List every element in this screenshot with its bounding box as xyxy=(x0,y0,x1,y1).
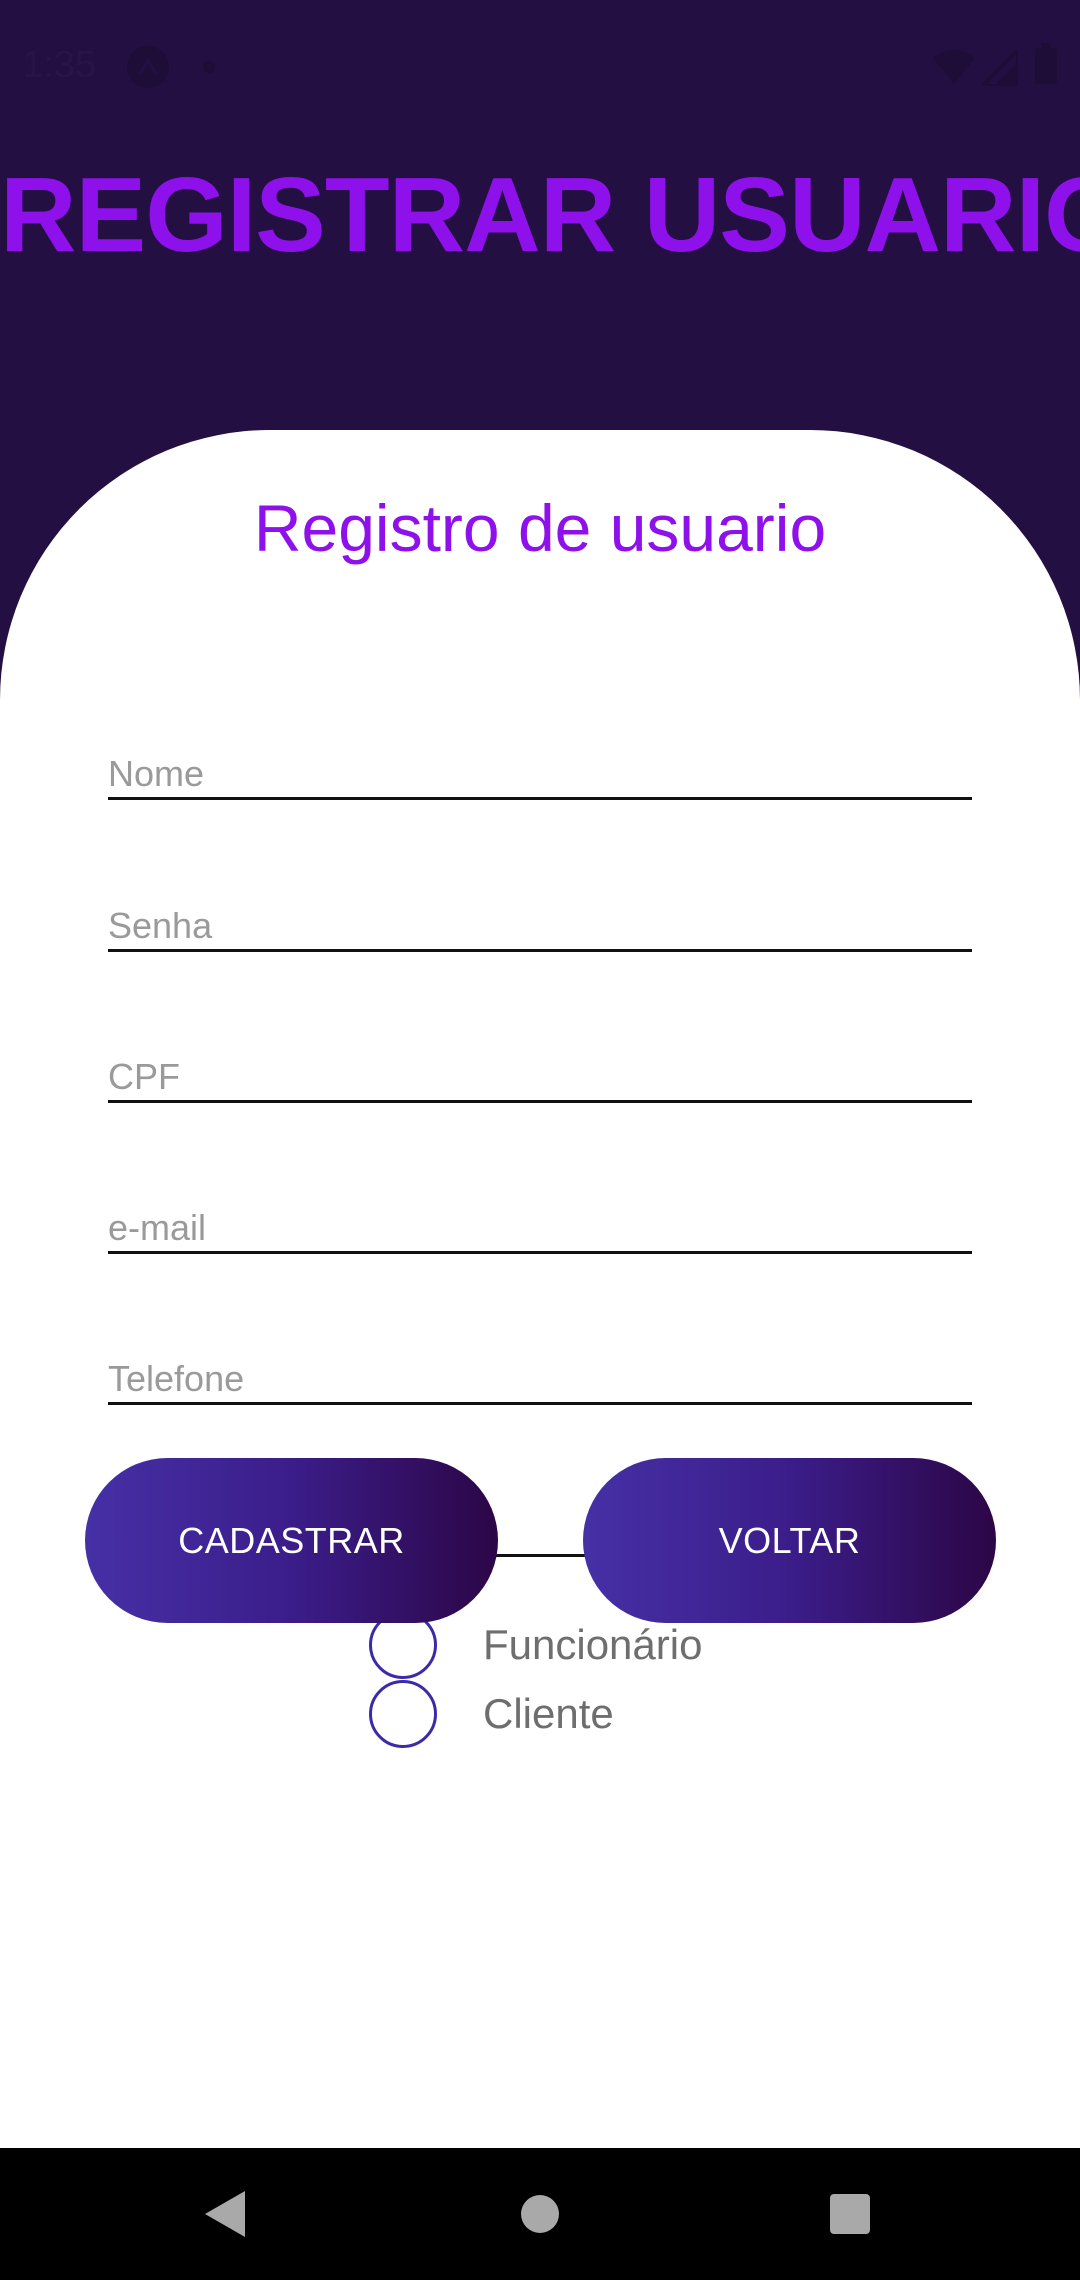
app-notification-icon xyxy=(127,46,169,88)
nome-field[interactable] xyxy=(108,730,972,800)
status-bar: 1:35 xyxy=(0,0,1080,130)
cpf-field[interactable] xyxy=(108,1033,972,1103)
card-title: Registro de usuario xyxy=(253,491,827,565)
wifi-icon xyxy=(933,50,975,84)
back-icon[interactable] xyxy=(205,2191,245,2237)
voltar-button[interactable]: VOLTAR xyxy=(583,1458,996,1623)
status-time: 1:35 xyxy=(22,44,96,86)
registration-card: Registro de usuario Funcionário Cliente xyxy=(0,430,1080,2150)
battery-icon xyxy=(1035,43,1057,84)
cpf-input[interactable] xyxy=(108,1033,972,1100)
home-icon[interactable] xyxy=(521,2195,559,2233)
nome-input[interactable] xyxy=(108,730,972,797)
radio-option-cliente[interactable]: Cliente xyxy=(369,1680,789,1748)
email-input[interactable] xyxy=(108,1184,972,1251)
screen: 1:35 REGISTRAR USUARIO Registro de usuar… xyxy=(0,0,1080,2280)
senha-input[interactable] xyxy=(108,882,972,949)
dot-icon xyxy=(203,61,215,73)
radio-button-cliente[interactable] xyxy=(369,1680,437,1748)
telefone-input[interactable] xyxy=(108,1335,972,1402)
navigation-bar xyxy=(0,2148,1080,2280)
signal-icon xyxy=(982,50,1018,86)
page-heading: REGISTRAR USUARIO xyxy=(0,156,1080,274)
recents-icon[interactable] xyxy=(830,2194,870,2234)
email-field[interactable] xyxy=(108,1184,972,1254)
radio-label-cliente: Cliente xyxy=(483,1690,614,1737)
senha-field[interactable] xyxy=(108,882,972,952)
telefone-field[interactable] xyxy=(108,1335,972,1405)
cadastrar-button[interactable]: CADASTRAR xyxy=(85,1458,498,1623)
radio-label-funcionario: Funcionário xyxy=(483,1621,703,1668)
